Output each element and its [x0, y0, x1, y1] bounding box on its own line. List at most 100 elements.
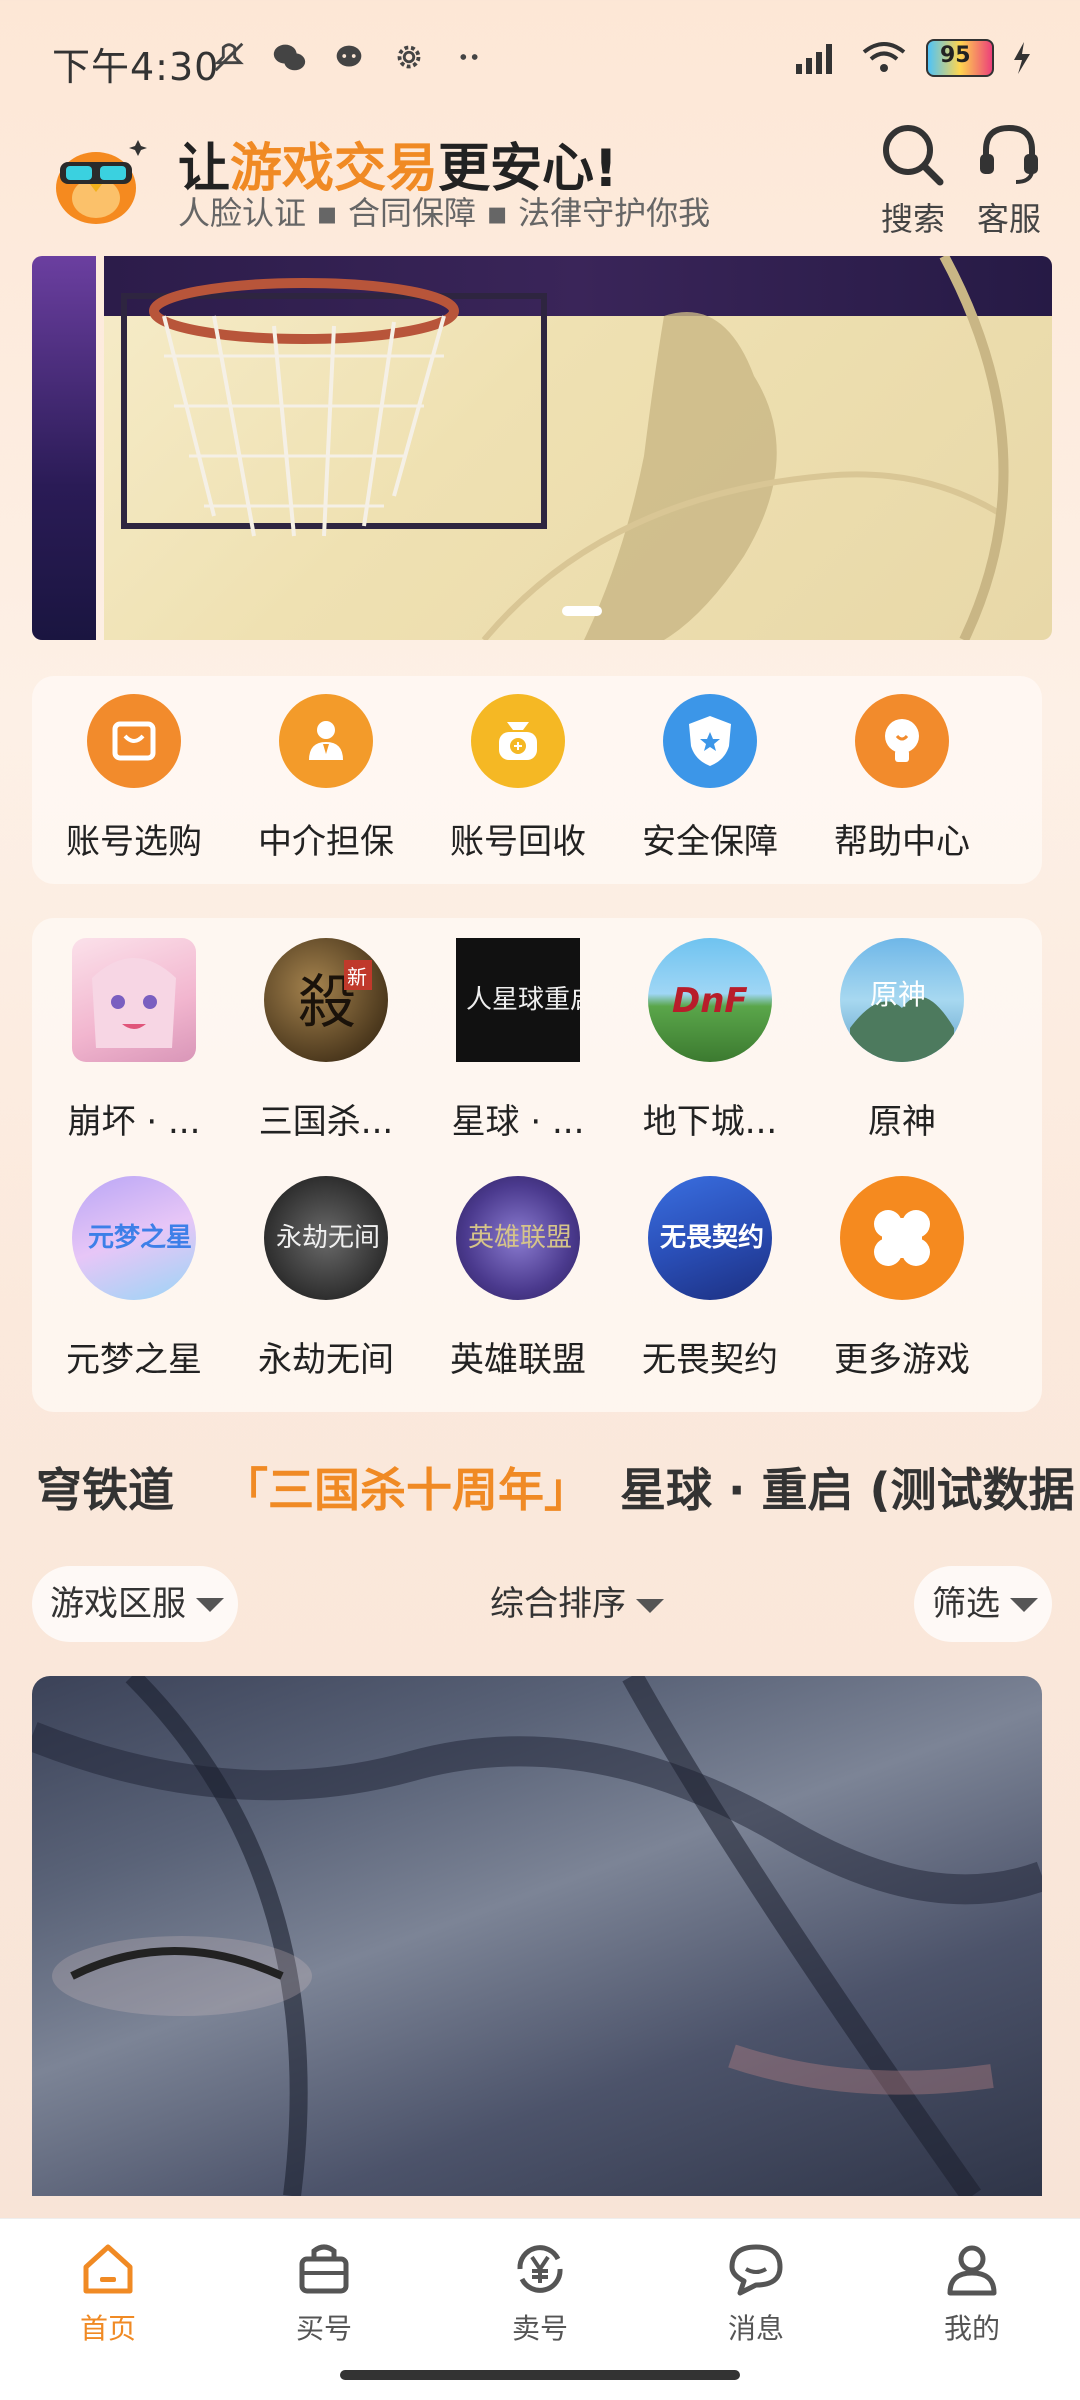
- quick-item-escrow[interactable]: 中介担保: [246, 694, 406, 863]
- filter-dropdown[interactable]: 筛选: [914, 1566, 1052, 1642]
- game-item-honkai[interactable]: 崩坏 · ...: [54, 938, 214, 1143]
- game-item-naraka[interactable]: 永劫无间 永劫无间: [246, 1176, 406, 1381]
- game-item-xingqiu[interactable]: 人星球重启 星球 · ...: [438, 938, 598, 1143]
- game-item-more-games[interactable]: 更多游戏: [822, 1176, 982, 1381]
- nav-label: 我的: [943, 2312, 1000, 2345]
- game-label: 元梦之星: [66, 1340, 202, 1380]
- quick-item-label: 账号选购: [66, 822, 202, 862]
- battery-level: 95: [940, 43, 971, 68]
- game-item-dnf[interactable]: DnF 地下城...: [630, 938, 790, 1143]
- banner-prev-slide: [32, 256, 96, 640]
- shield-icon: [663, 694, 757, 788]
- agent-icon: [279, 694, 373, 788]
- nav-label: 消息: [727, 2312, 784, 2345]
- game-tab-starrail[interactable]: 穹铁道: [36, 1454, 174, 1520]
- game-label: 三国杀...: [258, 1102, 394, 1142]
- promo-banner[interactable]: [32, 256, 1052, 640]
- game-label: 崩坏 · ...: [67, 1102, 201, 1142]
- slogan-subline: 人脸认证 ▪ 合同保障 ▪ 法律守护你我: [178, 194, 711, 232]
- nav-buy[interactable]: 买号: [254, 2239, 394, 2347]
- quick-item-label: 帮助中心: [834, 822, 970, 862]
- sell-yen-icon: [517, 2245, 563, 2293]
- game-label: 永劫无间: [258, 1340, 394, 1380]
- listing-artwork: [32, 1676, 1042, 2196]
- xingqiu-icon: 人星球重启: [456, 938, 580, 1062]
- game-tab-sanguosha[interactable]: 「三国杀十周年」: [222, 1454, 590, 1520]
- nav-sell[interactable]: 卖号: [470, 2239, 610, 2347]
- nav-profile[interactable]: 我的: [902, 2239, 1042, 2347]
- game-item-yuanmeng[interactable]: 元梦之星 元梦之星: [54, 1176, 214, 1381]
- charging-icon: [1014, 42, 1030, 74]
- customer-service-button[interactable]: 客服: [964, 120, 1054, 240]
- game-tab-strip: 穹铁道 「三国杀十周年」 星球 · 重启 (测试数据: [0, 1454, 1080, 1534]
- search-icon: [883, 125, 944, 186]
- status-time: 下午4:30: [52, 45, 220, 89]
- svg-text:人星球重启: 人星球重启: [466, 985, 580, 1015]
- game-item-lol[interactable]: 英雄联盟 英雄联盟: [438, 1176, 598, 1381]
- more-dots-icon: [460, 54, 478, 60]
- search-button[interactable]: 搜索: [868, 120, 958, 240]
- quick-menu-card: 账号选购 中介担保 账号回收 安全保障 帮助中心: [32, 676, 1042, 884]
- nav-home[interactable]: 首页: [38, 2239, 178, 2347]
- quick-item-security[interactable]: 安全保障: [630, 694, 790, 863]
- svg-text:原神: 原神: [870, 978, 926, 1011]
- game-item-valorant[interactable]: 无畏契约 无畏契约: [630, 1176, 790, 1381]
- message-icon: [729, 2244, 783, 2296]
- signal-icon: [796, 44, 832, 74]
- nav-label: 卖号: [511, 2312, 568, 2345]
- buy-bag-icon: [299, 2244, 349, 2294]
- naraka-icon: 永劫无间: [264, 1176, 388, 1300]
- yuanmeng-icon: 元梦之星: [72, 1176, 196, 1300]
- status-notification-icons: [210, 38, 488, 76]
- chat-bubble-icon: [336, 45, 362, 67]
- svg-text:元梦之星: 元梦之星: [88, 1222, 192, 1253]
- game-label: 星球 · ...: [451, 1102, 585, 1142]
- game-label: 地下城...: [642, 1102, 778, 1142]
- shopping-bag-icon: [87, 694, 181, 788]
- home-indicator[interactable]: [340, 2370, 740, 2380]
- money-bag-icon: [471, 694, 565, 788]
- app-header: 让游戏交易更安心! 人脸认证 ▪ 合同保障 ▪ 法律守护你我 搜索 客服: [0, 120, 1080, 250]
- lol-icon: 英雄联盟: [456, 1176, 580, 1300]
- wifi-icon: [862, 42, 906, 72]
- dnf-icon: DnF: [648, 938, 772, 1062]
- headset-icon: [980, 124, 1038, 184]
- game-tab-xingqiu[interactable]: 星球 · 重启 (测试数据: [620, 1454, 1075, 1520]
- server-filter-label: 游戏区服: [50, 1584, 186, 1624]
- quick-item-help-center[interactable]: 帮助中心: [822, 694, 982, 863]
- svg-text:无畏契约: 无畏契约: [660, 1222, 764, 1253]
- nav-messages[interactable]: 消息: [686, 2239, 826, 2347]
- game-item-sanguosha[interactable]: 殺新 三国杀...: [246, 938, 406, 1143]
- home-icon: [83, 2244, 133, 2294]
- sort-label: 综合排序: [490, 1584, 626, 1624]
- battery-icon: 95: [926, 39, 994, 77]
- status-bar: 下午4:30 95: [0, 0, 1080, 120]
- svg-text:新: 新: [347, 965, 367, 989]
- basketball-hoop-illustration: [121, 256, 1009, 640]
- quick-item-recycle-account[interactable]: 账号回收: [438, 694, 598, 863]
- service-label: 客服: [976, 200, 1041, 238]
- filter-label: 筛选: [932, 1584, 1000, 1624]
- server-filter-dropdown[interactable]: 游戏区服: [32, 1566, 238, 1642]
- listing-card-image[interactable]: [32, 1676, 1042, 2196]
- nav-label: 首页: [79, 2312, 136, 2345]
- game-label: 无畏契约: [642, 1340, 778, 1380]
- quick-item-label: 安全保障: [642, 822, 778, 862]
- chevron-down-icon: [1010, 1598, 1038, 1612]
- quick-item-buy-account[interactable]: 账号选购: [54, 694, 214, 863]
- quick-item-label: 中介担保: [258, 822, 394, 862]
- honkai-icon: [72, 938, 196, 1062]
- quick-item-label: 账号回收: [450, 822, 586, 862]
- svg-text:DnF: DnF: [672, 981, 748, 1021]
- valorant-icon: 无畏契约: [648, 1176, 772, 1300]
- sort-dropdown[interactable]: 综合排序: [490, 1566, 664, 1642]
- nav-label: 买号: [295, 2312, 352, 2345]
- chevron-down-icon: [636, 1598, 664, 1613]
- chevron-down-icon: [196, 1598, 224, 1612]
- more-games-icon: [840, 1176, 964, 1300]
- search-label: 搜索: [880, 200, 945, 238]
- lightbulb-icon: [855, 694, 949, 788]
- profile-icon: [947, 2245, 997, 2296]
- game-item-genshin[interactable]: 原神 原神: [822, 938, 982, 1143]
- status-system-icons: 95: [790, 38, 1032, 78]
